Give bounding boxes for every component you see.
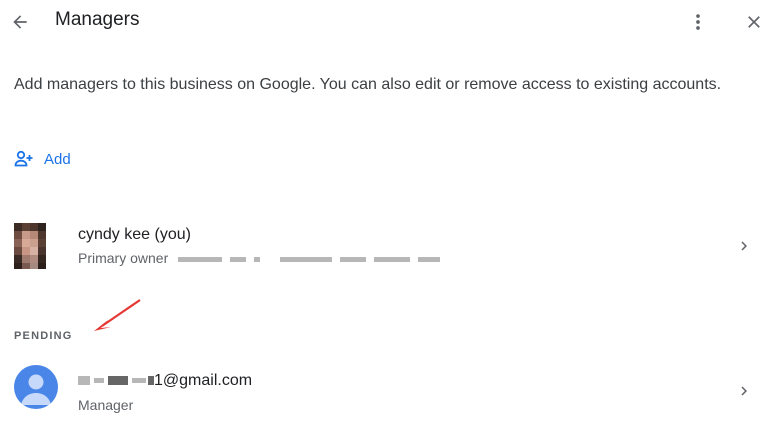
more-vert-icon <box>696 14 700 30</box>
owner-avatar <box>14 223 46 269</box>
pending-open-button[interactable] <box>730 377 758 405</box>
owner-role-line: Primary owner <box>78 250 448 266</box>
pending-avatar <box>14 365 58 409</box>
pending-email: 1@gmail.com <box>154 372 253 389</box>
description-text: Add managers to this business on Google.… <box>14 76 722 93</box>
person-icon <box>21 374 51 405</box>
owner-open-button[interactable] <box>730 232 758 260</box>
owner-row[interactable]: cyndy kee (you) Primary owner <box>0 210 763 280</box>
owner-email-redacted <box>178 250 448 266</box>
add-label: Add <box>44 150 71 168</box>
page-title: Managers <box>55 9 140 30</box>
pending-role: Manager <box>78 397 134 413</box>
person-add-icon <box>14 150 33 167</box>
arrow-left-icon <box>13 15 27 29</box>
owner-role: Primary owner <box>78 250 169 266</box>
close-icon <box>748 16 760 28</box>
back-button[interactable] <box>6 8 34 36</box>
chevron-right-icon <box>741 241 747 251</box>
pending-email-line: 1@gmail.com <box>78 372 252 390</box>
annotation-arrow-icon <box>94 299 141 331</box>
more-options-button[interactable] <box>684 8 712 36</box>
add-manager-button[interactable]: Add <box>14 147 71 171</box>
close-button[interactable] <box>740 8 763 36</box>
chevron-right-icon <box>741 386 747 396</box>
owner-name: cyndy kee (you) <box>78 226 191 243</box>
pending-section-label: PENDING <box>14 330 73 342</box>
